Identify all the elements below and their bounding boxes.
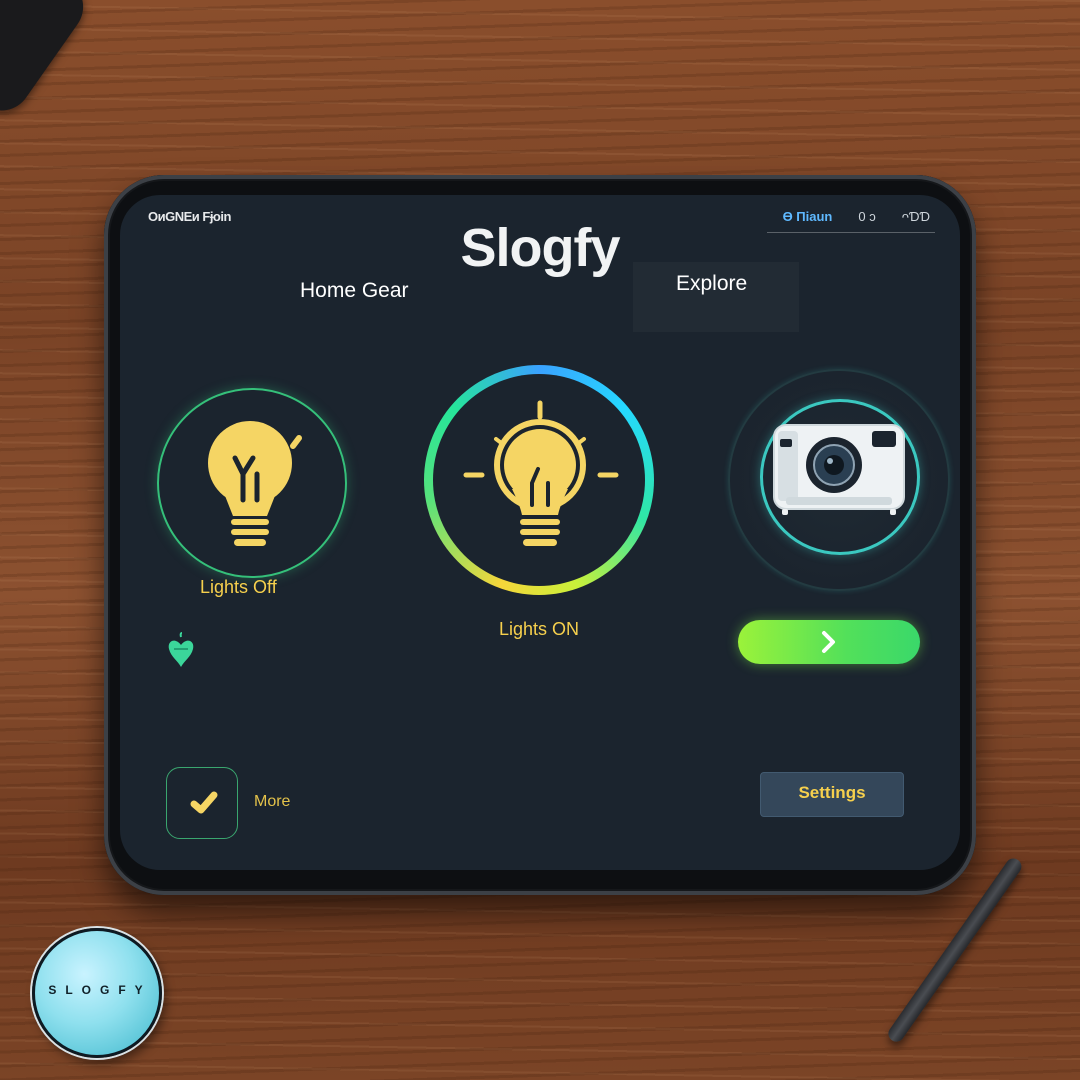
nav-home-gear[interactable]: Home Gear xyxy=(300,279,409,303)
lights-off-label: Lights Off xyxy=(200,577,277,597)
corner-device xyxy=(0,0,95,123)
settings-button[interactable]: Settings xyxy=(760,772,904,817)
light-on-toggle[interactable] xyxy=(424,365,654,595)
check-icon xyxy=(190,791,218,814)
nav-explore[interactable]: Explore xyxy=(633,262,799,332)
light-off-toggle[interactable] xyxy=(157,388,347,578)
lights-on-label: Lights ON xyxy=(499,619,580,639)
lightbulb-glowing-icon xyxy=(463,400,619,546)
go-next-button[interactable] xyxy=(738,620,920,664)
heart-leaf-icon[interactable] xyxy=(166,631,196,671)
app-title: Slogfy xyxy=(460,218,620,278)
more-label[interactable]: More xyxy=(254,793,290,811)
lightbulb-icon xyxy=(208,421,302,546)
brand-badge-text: SLOGFY xyxy=(48,983,152,997)
brand-badge-logo: SLOGFY xyxy=(32,928,162,1058)
more-button[interactable] xyxy=(166,767,238,839)
settings-label: Settings xyxy=(798,783,866,802)
tablet-screen: OᴎGNEᴎ Fɉoin Ө Пiaun 0 ɔ ᴖƊƊ Slogfy Home… xyxy=(120,195,960,870)
projector-camera-icon xyxy=(773,424,905,515)
nav-explore-label: Explore xyxy=(676,272,748,295)
chevron-right-icon xyxy=(822,631,835,653)
